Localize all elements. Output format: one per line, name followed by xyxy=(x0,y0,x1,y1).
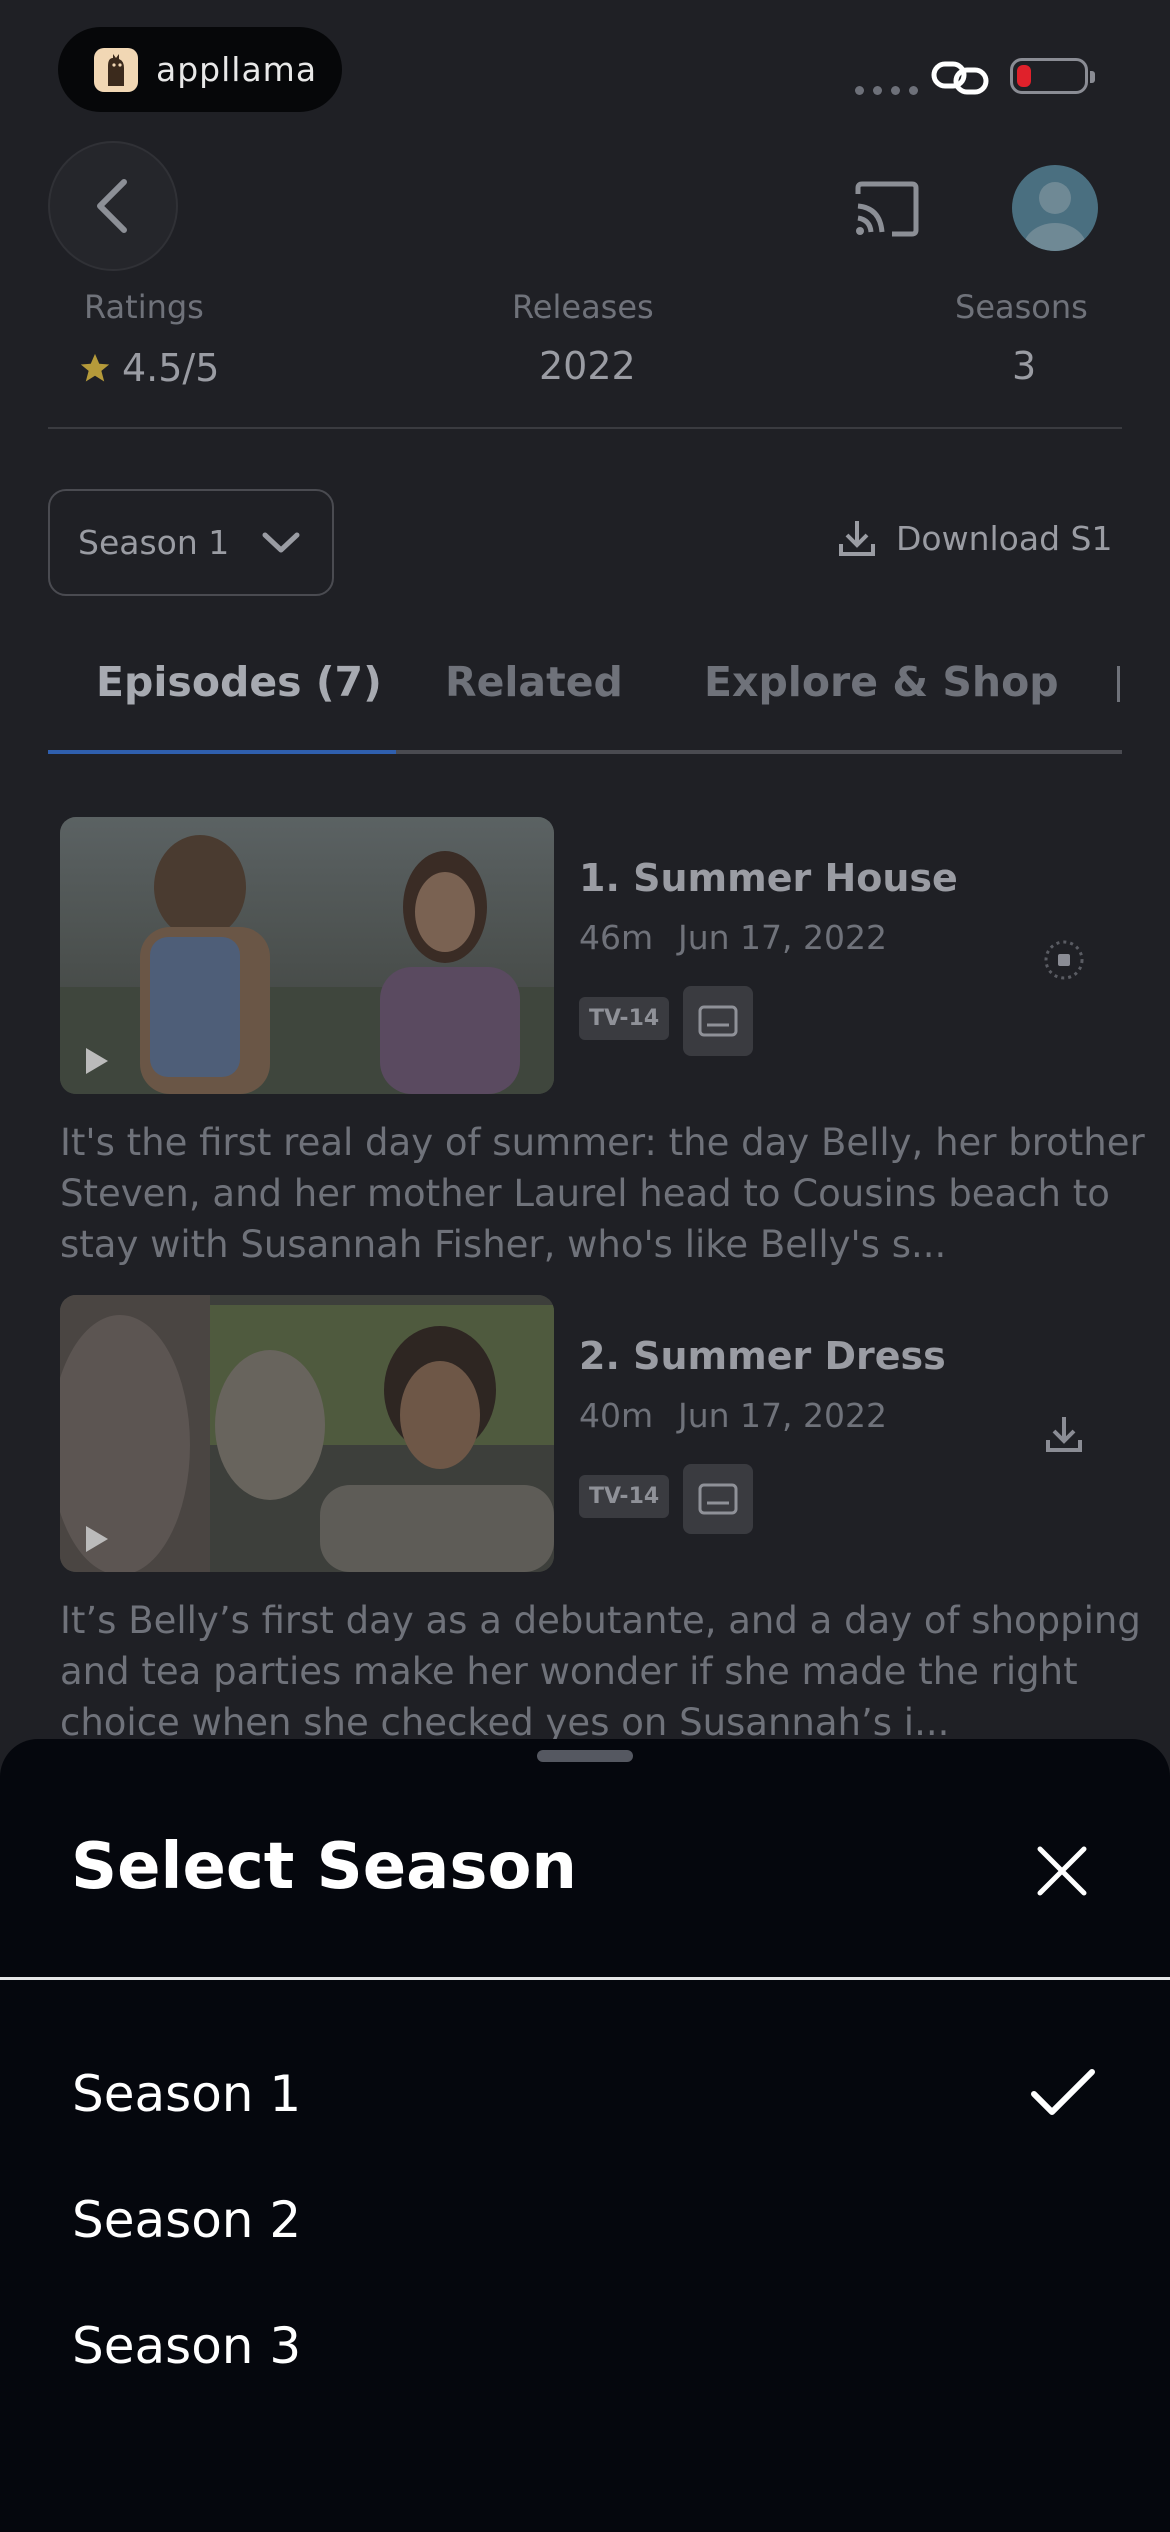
link-icon xyxy=(930,58,992,102)
app-name: appllama xyxy=(156,50,318,89)
close-icon xyxy=(1037,1846,1087,1896)
ratings-value: 4.5/5 xyxy=(122,346,220,390)
downloading-progress-icon xyxy=(1044,940,1084,980)
back-button[interactable] xyxy=(48,141,178,271)
episode-1-date: Jun 17, 2022 xyxy=(678,918,888,957)
episode-1-duration: 46m xyxy=(579,918,654,957)
subtitles-icon xyxy=(683,1464,753,1534)
episode-2-date: Jun 17, 2022 xyxy=(678,1396,888,1435)
season-option-3[interactable]: Season 3 xyxy=(72,2317,301,2375)
battery-icon xyxy=(1010,58,1095,94)
app-badge: appllama xyxy=(58,27,342,112)
episode-2-duration: 40m xyxy=(579,1396,654,1435)
user-avatar-icon xyxy=(1023,182,1087,251)
ratings-label: Ratings xyxy=(84,288,204,326)
profile-avatar[interactable] xyxy=(1012,165,1098,251)
releases-value: 2022 xyxy=(539,344,636,388)
close-sheet-button[interactable] xyxy=(1030,1839,1094,1907)
episode-1-title[interactable]: 1. Summer House xyxy=(579,856,958,900)
download-season-label: Download S1 xyxy=(896,518,1113,558)
llama-logo-icon xyxy=(94,47,138,92)
download-icon xyxy=(1046,1417,1082,1452)
chevron-down-icon xyxy=(262,532,300,552)
checkmark-icon xyxy=(1028,2066,1098,2124)
season-option-1[interactable]: Season 1 xyxy=(72,2065,301,2123)
download-progress-button[interactable] xyxy=(1041,937,1087,987)
download-icon xyxy=(839,521,875,556)
chevron-left-icon xyxy=(97,179,127,233)
tab-related[interactable]: Related xyxy=(445,658,623,706)
star-icon xyxy=(80,353,110,382)
play-icon xyxy=(86,1048,108,1074)
episode-2-download-button[interactable] xyxy=(1045,1414,1083,1458)
sheet-divider xyxy=(0,1977,1170,1980)
download-season-button[interactable]: Download S1 xyxy=(838,518,1112,558)
stats-divider xyxy=(48,427,1122,429)
season-option-2[interactable]: Season 2 xyxy=(72,2191,301,2249)
cast-button[interactable] xyxy=(852,180,922,242)
tab-overflow-edge xyxy=(1117,666,1120,702)
episode-2-description: It’s Belly’s first day as a debutante, a… xyxy=(60,1599,1141,1744)
subtitles-icon xyxy=(683,986,753,1056)
signal-dots-icon xyxy=(855,86,918,95)
cast-icon xyxy=(855,181,919,237)
season-dropdown[interactable]: Season 1 xyxy=(48,489,334,596)
episode-1-thumbnail[interactable] xyxy=(60,817,554,1094)
episode-2-rating-badge: TV-14 xyxy=(579,1475,670,1518)
seasons-value: 3 xyxy=(1012,344,1037,388)
releases-label: Releases xyxy=(512,288,654,326)
episode-1-rating-badge: TV-14 xyxy=(579,997,670,1040)
sheet-drag-handle[interactable] xyxy=(537,1750,633,1762)
episode-2-title[interactable]: 2. Summer Dress xyxy=(579,1334,946,1378)
seasons-label: Seasons xyxy=(955,288,1088,326)
tab-active-indicator xyxy=(48,750,396,754)
ratings-value-group: 4.5/5 xyxy=(78,346,219,390)
tab-episodes[interactable]: Episodes (7) xyxy=(96,658,382,706)
episode-1-description: It's the first real day of summer: the d… xyxy=(60,1121,1145,1266)
episode-2-thumbnail[interactable] xyxy=(60,1295,554,1572)
tab-explore-shop[interactable]: Explore & Shop xyxy=(704,658,1059,706)
season-dropdown-label: Season 1 xyxy=(78,523,230,562)
play-icon xyxy=(86,1526,108,1552)
sheet-title: Select Season xyxy=(71,1830,577,1904)
tab-bar xyxy=(48,750,1122,754)
